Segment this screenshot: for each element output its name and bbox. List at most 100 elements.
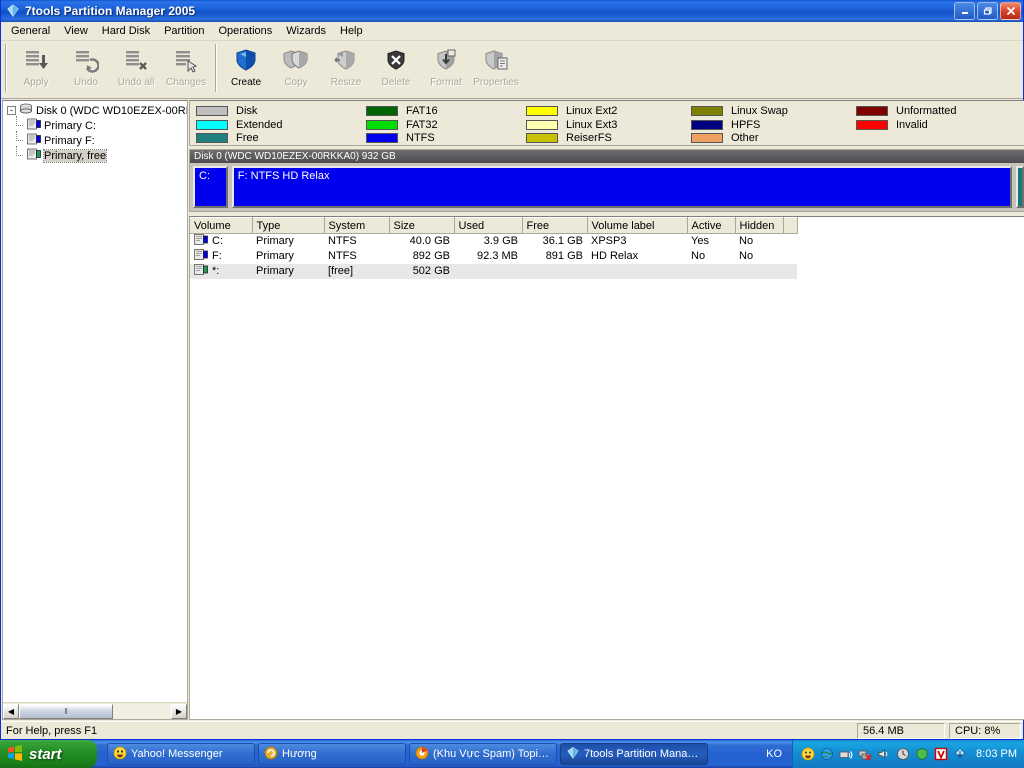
start-button[interactable]: start <box>0 740 97 768</box>
tree-node-primary-f[interactable]: Primary F: <box>5 131 187 148</box>
windows-flag-icon <box>6 744 24 765</box>
column-header-volume-label[interactable]: Volume label <box>587 217 688 234</box>
taskbar-item-label: (Khu Vực Spam) Topic… <box>433 748 551 760</box>
language-indicator[interactable]: KO <box>756 748 792 760</box>
legend-swatch-linux-swap <box>691 105 723 116</box>
disk-block-free[interactable] <box>1016 166 1024 208</box>
partition-icon <box>27 133 41 148</box>
table-row[interactable]: F: Primary NTFS 892 GB 92.3 MB 891 GB HD… <box>190 249 797 264</box>
window-controls <box>954 2 1021 20</box>
taskbar: start Yahoo! Messenger Hương (Khu Vực Sp… <box>0 740 1024 768</box>
column-header-used[interactable]: Used <box>454 217 523 234</box>
delete-button[interactable]: Delete <box>371 41 421 93</box>
taskbar-item-browser[interactable]: (Khu Vực Spam) Topic… <box>409 743 557 765</box>
legend-label-ntfs: NTFS <box>406 132 435 145</box>
tree-node-primary-free[interactable]: Primary, free <box>5 146 187 163</box>
column-header-hidden[interactable]: Hidden <box>735 217 784 234</box>
taskbar-item-partition-manager[interactable]: 7tools Partition Mana… <box>560 743 708 765</box>
scroll-right-icon[interactable]: ▶ <box>171 703 187 719</box>
network-disconnected-icon[interactable] <box>857 747 872 762</box>
cell-free <box>522 263 587 279</box>
legend-swatch-linux-ext3 <box>526 119 558 130</box>
minimize-button[interactable] <box>954 2 975 20</box>
start-label: start <box>29 745 62 763</box>
tree-horizontal-scrollbar[interactable]: ◀ ‖ ▶ <box>3 702 187 719</box>
legend-label-extended: Extended <box>236 118 283 131</box>
legend-label-disk: Disk <box>236 104 258 117</box>
updater-icon[interactable] <box>952 747 967 762</box>
volume-free-icon <box>194 264 208 278</box>
cell-used: 3.9 GB <box>483 235 518 248</box>
tree-node-primary-c[interactable]: Primary C: <box>5 116 187 133</box>
table-row[interactable]: C: Primary NTFS 40.0 GB 3.9 GB 36.1 GB X… <box>190 234 797 249</box>
taskbar-item-yahoo-messenger[interactable]: Yahoo! Messenger <box>107 743 255 765</box>
clock-sync-icon[interactable] <box>895 747 910 762</box>
column-header-size[interactable]: Size <box>389 217 455 234</box>
format-button[interactable]: Format <box>421 41 471 93</box>
legend-item-fat32: FAT32 <box>366 118 526 132</box>
legend-swatch-fat16 <box>366 105 398 116</box>
column-header-active[interactable]: Active <box>687 217 736 234</box>
resize-shield-icon <box>331 45 361 75</box>
legend-swatch-disk <box>196 105 228 116</box>
taskbar-item-label: Yahoo! Messenger <box>131 748 223 760</box>
column-header-free[interactable]: Free <box>522 217 588 234</box>
main-pane: Disk Extended Free FAT16 FAT32 NTFS Linu… <box>189 100 1024 720</box>
menu-item-hard-disk[interactable]: Hard Disk <box>95 23 157 40</box>
volume-table: Volume Type System Size Used Free Volume… <box>190 217 798 279</box>
cell-size: 40.0 GB <box>409 235 450 248</box>
column-header-system[interactable]: System <box>324 217 390 234</box>
menu-item-general[interactable]: General <box>4 23 57 40</box>
copy-button[interactable]: Copy <box>271 41 321 93</box>
cell-volume-text: *: <box>212 265 220 277</box>
resize-button[interactable]: Resize <box>321 41 371 93</box>
legend-swatch-free <box>196 133 228 144</box>
cell-used: 92.3 MB <box>477 250 518 262</box>
globe-icon[interactable] <box>819 747 834 762</box>
menu-item-view[interactable]: View <box>57 23 95 40</box>
column-header-type[interactable]: Type <box>252 217 325 234</box>
properties-button[interactable]: Properties <box>471 41 521 93</box>
menu-item-help[interactable]: Help <box>333 23 370 40</box>
changes-button[interactable]: Changes <box>161 41 211 93</box>
partition-type-legend: Disk Extended Free FAT16 FAT32 NTFS Linu… <box>189 100 1024 146</box>
disk-block-c[interactable]: C: <box>193 166 228 208</box>
legend-swatch-ntfs <box>366 133 398 144</box>
menu-item-wizards[interactable]: Wizards <box>279 23 333 40</box>
cell-hidden: No <box>739 250 754 262</box>
menu-item-partition[interactable]: Partition <box>157 23 211 40</box>
cell-volume-label: XPSP3 <box>591 235 627 248</box>
volume-table-panel: Volume Type System Size Used Free Volume… <box>189 216 1024 720</box>
volume-icon[interactable] <box>876 747 891 762</box>
legend-swatch-other <box>691 133 723 144</box>
scrollbar-thumb[interactable]: ‖ <box>19 703 114 719</box>
menu-bar: General View Hard Disk Partition Operati… <box>1 22 1023 41</box>
network-icon[interactable] <box>838 747 853 762</box>
tree-node-disk0[interactable]: - Disk 0 (WDC WD10EZEX-00RKKA0 <box>5 103 187 118</box>
create-button[interactable]: Create <box>221 41 271 93</box>
taskbar-item-huong[interactable]: Hương <box>258 743 406 765</box>
cell-hidden <box>735 263 783 279</box>
changes-icon <box>171 45 201 75</box>
undo-all-button[interactable]: Undo all <box>111 41 161 93</box>
disk-block-f[interactable]: F: NTFS HD Relax <box>231 166 1012 208</box>
table-row[interactable]: *: Primary [free] 502 GB <box>190 263 797 279</box>
properties-shield-icon <box>481 45 511 75</box>
shield-green-icon[interactable] <box>914 747 929 762</box>
apply-button[interactable]: Apply <box>11 41 61 93</box>
maximize-button[interactable] <box>977 2 998 20</box>
cell-size: 892 GB <box>412 250 450 262</box>
window-title: 7tools Partition Manager 2005 <box>25 4 196 18</box>
scrollbar-track[interactable]: ‖ <box>19 703 171 719</box>
undo-button[interactable]: Undo <box>61 41 111 93</box>
menu-item-operations[interactable]: Operations <box>211 23 279 40</box>
column-header-volume[interactable]: Volume <box>190 217 253 234</box>
close-button[interactable] <box>1000 2 1021 20</box>
cell-volume: C: <box>190 234 252 249</box>
status-cpu: CPU: 8% <box>949 722 1021 739</box>
v-letter-icon[interactable] <box>933 747 948 762</box>
scroll-left-icon[interactable]: ◀ <box>3 703 19 719</box>
tree-expander-icon[interactable]: - <box>7 106 16 115</box>
yahoo-smiley-icon[interactable] <box>800 747 815 762</box>
taskbar-clock[interactable]: 8:03 PM <box>976 748 1017 760</box>
